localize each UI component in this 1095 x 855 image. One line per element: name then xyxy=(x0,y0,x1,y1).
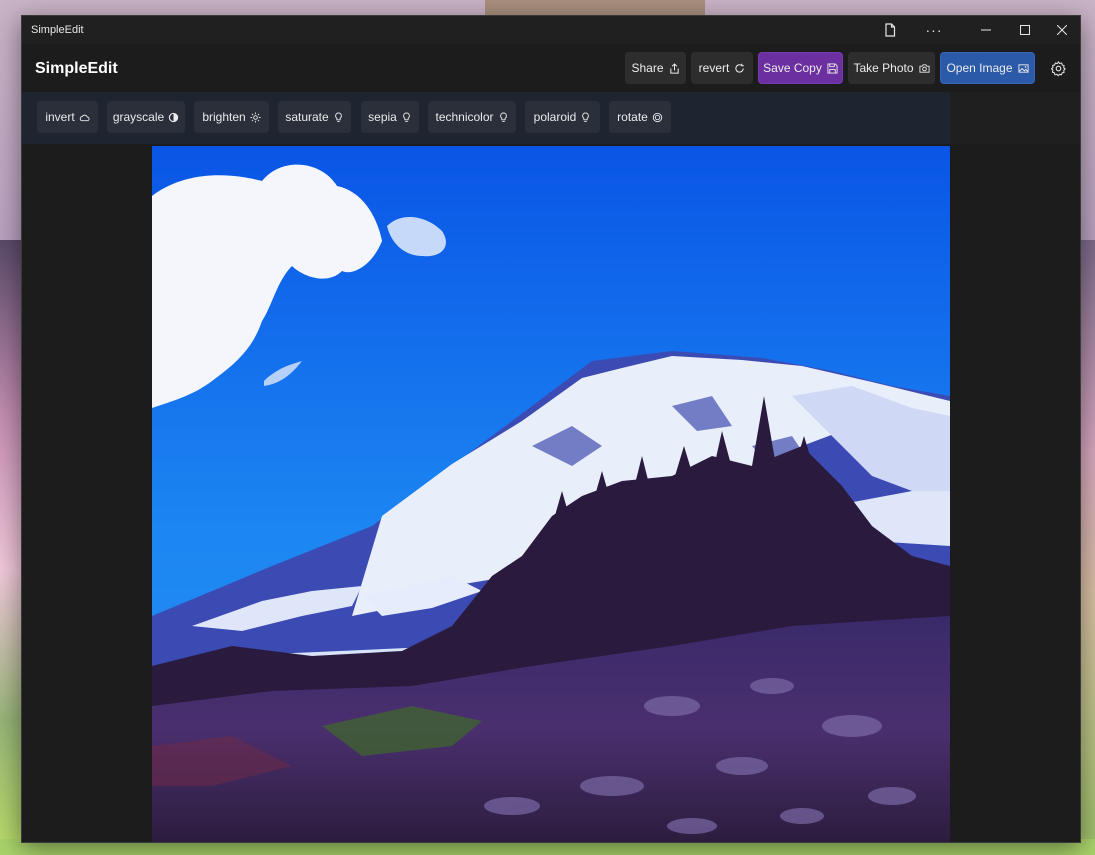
technicolor-button[interactable]: technicolor xyxy=(428,101,516,133)
save-copy-label: Save Copy xyxy=(763,61,822,75)
take-photo-label: Take Photo xyxy=(853,61,914,75)
invert-label: invert xyxy=(45,110,75,124)
grayscale-button[interactable]: grayscale xyxy=(107,101,185,133)
sepia-label: sepia xyxy=(368,110,397,124)
title-bar[interactable]: SimpleEdit ··· xyxy=(22,16,1080,44)
wallpaper-right xyxy=(1079,240,1095,840)
open-image-button[interactable]: Open Image xyxy=(940,52,1035,84)
maximize-icon[interactable] xyxy=(1011,16,1039,44)
wallpaper-tower xyxy=(485,0,705,16)
image-canvas xyxy=(22,144,1080,842)
lightbulb-icon xyxy=(403,111,410,122)
sepia-button[interactable]: sepia xyxy=(361,101,419,133)
take-photo-button[interactable]: Take Photo xyxy=(848,52,935,84)
revert-button[interactable]: revert xyxy=(691,52,753,84)
document-icon[interactable] xyxy=(878,16,902,44)
rotate-label: rotate xyxy=(617,110,648,124)
save-icon xyxy=(827,62,838,74)
edited-photo[interactable] xyxy=(152,146,950,842)
minimize-icon[interactable] xyxy=(972,16,1000,44)
rotate-button[interactable]: rotate xyxy=(609,101,671,133)
refresh-icon xyxy=(735,63,745,73)
camera-icon xyxy=(918,63,930,73)
more-icon[interactable]: ··· xyxy=(920,16,948,44)
window-title: SimpleEdit xyxy=(31,24,84,36)
lightbulb-icon xyxy=(499,111,507,122)
cloud-icon xyxy=(79,114,90,121)
lightbulb-icon xyxy=(582,111,590,122)
polaroid-label: polaroid xyxy=(533,110,577,124)
saturate-label: saturate xyxy=(285,110,329,124)
grayscale-label: grayscale xyxy=(112,110,165,124)
rotate-icon xyxy=(652,112,663,122)
gear-icon[interactable] xyxy=(1047,57,1069,79)
contrast-icon xyxy=(168,112,179,122)
invert-button[interactable]: invert xyxy=(37,101,98,133)
filter-toolbar: invert grayscale brighten saturate sepia… xyxy=(22,92,950,144)
wallpaper-left xyxy=(0,240,22,840)
open-image-label: Open Image xyxy=(946,61,1013,75)
share-button[interactable]: Share xyxy=(625,52,686,84)
filter-toolbar-spacer xyxy=(950,92,1080,144)
share-label: Share xyxy=(631,61,664,75)
revert-label: revert xyxy=(698,61,730,75)
sun-icon xyxy=(250,111,261,123)
image-icon xyxy=(1017,63,1029,73)
technicolor-label: technicolor xyxy=(435,110,494,124)
brighten-label: brighten xyxy=(202,110,246,124)
app-header: SimpleEdit Share revert Save Copy Take P… xyxy=(22,44,1080,92)
lightbulb-icon xyxy=(334,111,342,122)
polaroid-button[interactable]: polaroid xyxy=(525,101,600,133)
save-copy-button[interactable]: Save Copy xyxy=(758,52,843,84)
app-brand: SimpleEdit xyxy=(35,60,118,77)
close-icon[interactable] xyxy=(1048,16,1076,44)
share-icon xyxy=(669,62,679,74)
brighten-button[interactable]: brighten xyxy=(194,101,269,133)
saturate-button[interactable]: saturate xyxy=(278,101,351,133)
app-window: SimpleEdit ··· SimpleEdit Share revert S… xyxy=(21,15,1081,843)
